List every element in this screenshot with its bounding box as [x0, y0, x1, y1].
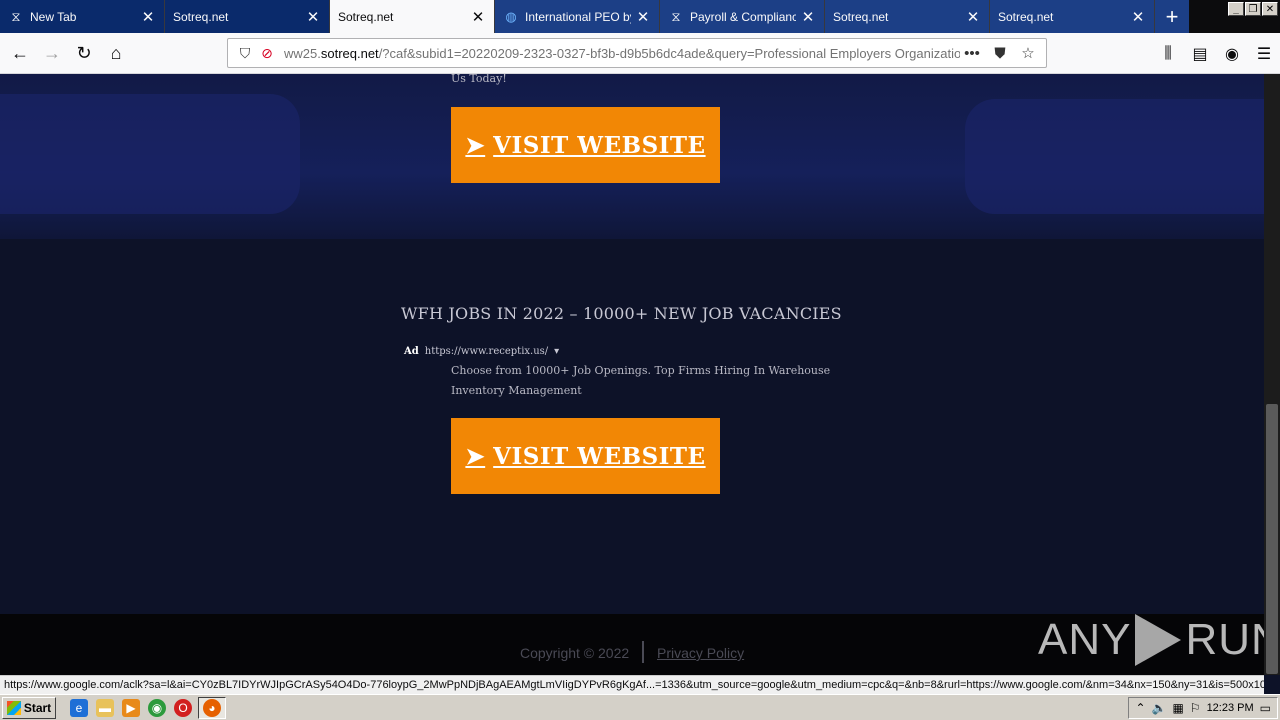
menu-icon[interactable]: ☰: [1248, 44, 1280, 64]
forward-button[interactable]: →: [36, 37, 68, 69]
close-icon[interactable]: ✕: [1126, 5, 1150, 29]
start-button[interactable]: Start: [2, 696, 56, 719]
scrollbar-thumb[interactable]: [1266, 404, 1278, 674]
action-center-flag-icon[interactable]: ⚐: [1190, 701, 1201, 715]
caret-down-icon[interactable]: ▾: [554, 346, 559, 357]
hero-shape-left: [0, 94, 300, 214]
pocket-icon[interactable]: ⛊: [988, 45, 1012, 62]
ad-tagline: Us Today!: [451, 74, 507, 85]
tab-title: International PEO by: [525, 9, 631, 24]
tab-title: Sotreq.net: [338, 9, 394, 24]
url-path: /?caf&subid1=20220209-2323-0327-bf3b-d9b…: [378, 45, 960, 61]
ad-url-row: Ad https://www.receptix.us/ ▾: [404, 346, 559, 357]
privacy-policy-link[interactable]: Privacy Policy: [657, 645, 744, 661]
arrow-icon: ➤: [465, 442, 486, 470]
library-icon[interactable]: ⫼: [1152, 45, 1184, 63]
hourglass-icon: ⧖: [11, 8, 21, 24]
navigation-toolbar: ← → ↻ ⌂ ⛉ ⊘ ww25.sotreq.net/?caf&subid1=…: [0, 33, 1280, 74]
tab-title: Sotreq.net: [998, 9, 1054, 24]
ad-title[interactable]: WFH JOBS IN 2022 – 10000+ NEW JOB VACANC…: [401, 304, 842, 323]
volume-icon[interactable]: 🔈: [1152, 701, 1167, 715]
arrow-icon: ➤: [465, 131, 486, 159]
visit-website-button-2[interactable]: ➤ VISIT WEBSITE: [451, 418, 720, 494]
folder-icon[interactable]: ▬: [96, 698, 114, 717]
back-button[interactable]: ←: [4, 37, 36, 69]
tab-international-peo[interactable]: ◍ International PEO by ✕: [495, 0, 660, 33]
tab-title: New Tab: [30, 9, 77, 24]
tab-sotreq-2[interactable]: Sotreq.net ✕: [825, 0, 990, 33]
page-content: Us Today! ➤ VISIT WEBSITE WFH JOBS IN 20…: [0, 74, 1264, 614]
insecure-connection-icon[interactable]: ⊘: [256, 45, 278, 62]
close-window-icon[interactable]: ✕: [1262, 2, 1278, 16]
reload-button[interactable]: ↻: [68, 37, 100, 69]
media-player-icon[interactable]: ▶: [122, 698, 140, 717]
home-button[interactable]: ⌂: [100, 37, 132, 69]
copyright-text: Copyright © 2022: [520, 645, 630, 661]
close-icon[interactable]: ✕: [301, 5, 325, 29]
button-label: VISIT WEBSITE: [493, 131, 706, 159]
opera-icon[interactable]: O: [174, 698, 192, 717]
anyrun-watermark-logo: ANY RUN: [1038, 606, 1280, 674]
url-text[interactable]: ww25.sotreq.net/?caf&subid1=20220209-232…: [284, 46, 960, 61]
internet-explorer-icon[interactable]: e: [70, 698, 88, 717]
play-icon: [1135, 614, 1182, 666]
windows-taskbar: Start e ▬ ▶ ◉ O ◕ ⌃ 🔈 ▦ ⚐ 12:23 PM ▭: [0, 694, 1280, 720]
minimize-icon[interactable]: _: [1228, 2, 1244, 16]
tab-title: Sotreq.net: [833, 9, 889, 24]
tray-expand-icon[interactable]: ⌃: [1135, 701, 1145, 715]
footer-divider: [642, 641, 644, 663]
toolbar-right: ⫼ ▤ ◉ ☰: [1152, 33, 1280, 74]
url-host: sotreq.net: [320, 45, 379, 61]
windows-logo-icon: [6, 700, 21, 715]
tab-title: Sotreq.net: [173, 9, 229, 24]
close-icon[interactable]: ✕: [796, 5, 820, 29]
ad-badge: Ad: [404, 346, 419, 357]
quick-launch: e ▬ ▶ ◉ O: [70, 698, 192, 717]
url-actions: ••• ⛊ ☆: [960, 44, 1040, 63]
watermark-left: ANY: [1038, 615, 1132, 664]
url-bar[interactable]: ⛉ ⊘ ww25.sotreq.net/?caf&subid1=20220209…: [227, 38, 1047, 68]
restore-icon[interactable]: ❐: [1245, 2, 1261, 16]
button-label: VISIT WEBSITE: [493, 442, 706, 470]
tab-sotreq-1[interactable]: Sotreq.net ✕: [165, 0, 330, 33]
hero-shape-right: [965, 99, 1264, 214]
window-controls: _ ❐ ✕: [1226, 0, 1280, 18]
ad-url[interactable]: https://www.receptix.us/: [425, 346, 548, 357]
bookmark-star-icon[interactable]: ☆: [1016, 44, 1040, 62]
close-icon[interactable]: ✕: [136, 5, 160, 29]
network-icon[interactable]: ▦: [1172, 701, 1183, 715]
start-label: Start: [23, 700, 52, 715]
tab-sotreq-active[interactable]: Sotreq.net ✕: [330, 0, 495, 33]
show-desktop-icon[interactable]: ▭: [1260, 701, 1271, 715]
page-scrollbar[interactable]: [1264, 74, 1280, 675]
hourglass-icon: ⧖: [671, 8, 681, 24]
status-url-overlay: https://www.google.com/aclk?sa=l&ai=CY0z…: [0, 675, 1264, 694]
shield-icon[interactable]: ⛉: [234, 45, 256, 62]
tab-payroll-compliance[interactable]: ⧖ Payroll & Compliance ✕: [660, 0, 825, 33]
ad-description: Choose from 10000+ Job Openings. Top Fir…: [451, 364, 831, 397]
url-prefix: ww25.: [284, 45, 321, 61]
visit-website-button-1[interactable]: ➤ VISIT WEBSITE: [451, 107, 720, 183]
tab-new-tab[interactable]: ⧖ New Tab ✕: [0, 0, 165, 33]
account-icon[interactable]: ◉: [1216, 44, 1248, 64]
tab-title: Payroll & Compliance: [690, 9, 796, 24]
firefox-taskbar-button[interactable]: ◕: [198, 696, 226, 719]
page-actions-icon[interactable]: •••: [960, 45, 984, 62]
new-tab-button[interactable]: +: [1155, 0, 1189, 33]
close-icon[interactable]: ✕: [961, 5, 985, 29]
globe-icon: ◍: [505, 8, 517, 24]
close-icon[interactable]: ✕: [466, 5, 490, 29]
chrome-icon[interactable]: ◉: [148, 698, 166, 717]
firefox-icon: ◕: [203, 698, 221, 717]
system-tray: ⌃ 🔈 ▦ ⚐ 12:23 PM ▭: [1128, 697, 1278, 719]
close-icon[interactable]: ✕: [631, 5, 655, 29]
tab-sotreq-3[interactable]: Sotreq.net ✕: [990, 0, 1155, 33]
tab-bar: ⧖ New Tab ✕ Sotreq.net ✕ Sotreq.net ✕ ◍ …: [0, 0, 1280, 33]
sidebar-icon[interactable]: ▤: [1184, 44, 1216, 64]
clock[interactable]: 12:23 PM: [1207, 702, 1254, 714]
